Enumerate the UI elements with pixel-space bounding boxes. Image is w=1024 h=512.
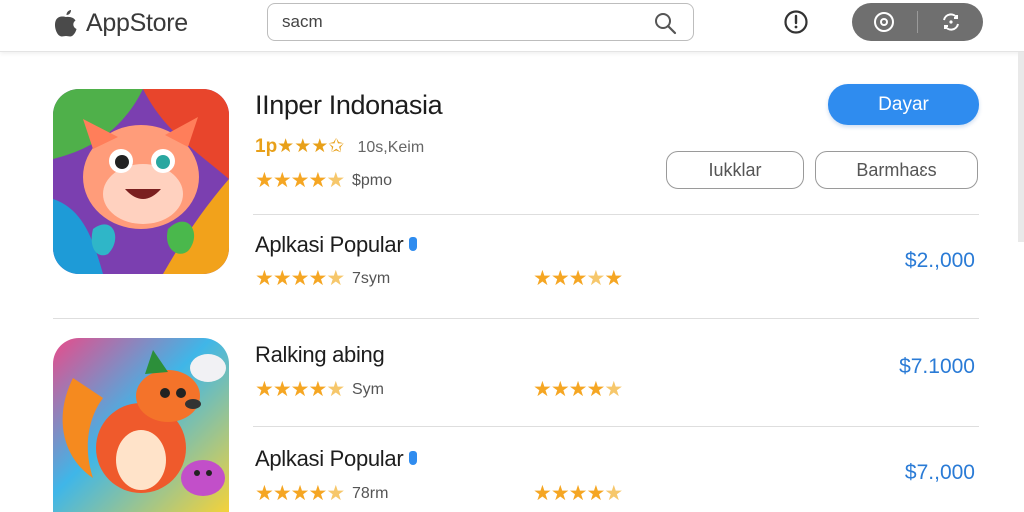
apple-logo-icon [54,10,77,37]
featured-rating-line: 1p★★★✩ 10s,Keim [255,135,424,158]
list-item-title[interactable]: Aplkasi Popular [255,446,418,472]
secondary-button-a[interactable]: Iukklar [666,151,804,189]
list-item-stars: ★★★★★ [255,482,345,505]
top-bar: AppStore [0,0,1024,52]
divider [253,214,979,215]
list-item-price[interactable]: $7.,000 [855,461,975,485]
brand-name: AppStore [86,8,188,37]
featured-rating-count: 10s,Keim [357,139,425,156]
featured-app-title[interactable]: IInper Indonasia [255,90,443,121]
list-item-count: 7sym [352,270,391,287]
divider [253,426,979,427]
list-item-stars-secondary: ★★★★★ [533,267,623,290]
account-pill [852,3,983,41]
app-logo[interactable]: AppStore [52,8,188,38]
list-item-stars-secondary: ★★★★★ [533,482,623,505]
search-icon[interactable] [653,11,677,35]
info-icon[interactable] [783,9,809,35]
list-item-price[interactable]: $2.,000 [855,249,975,273]
get-button[interactable]: Dayar [828,84,979,125]
record-icon[interactable] [872,10,896,34]
list-item-title[interactable]: Aplkasi Popular [255,232,418,258]
featured-app-icon[interactable] [53,89,229,274]
list-item-stars-secondary: ★★★★★ [533,378,623,401]
list-item-stars: ★★★★★ [255,378,345,401]
list-item-stars: ★★★★★ [255,267,345,290]
verified-icon [409,237,418,251]
list-item-title[interactable]: Ralking abing [255,342,385,368]
divider [53,318,979,319]
featured-stars-count: $pmo [352,172,393,189]
featured-rating-text: 1p★★★✩ [255,136,345,157]
featured-stars: ★★★★★ [255,169,345,192]
camera-switch-icon[interactable] [939,10,963,34]
scrollbar[interactable] [1018,52,1024,242]
search-bar[interactable] [267,3,694,41]
secondary-button-b[interactable]: Barmhaɛs [815,151,978,189]
list-item-count: 78rm [352,485,389,502]
pill-divider [916,11,918,33]
verified-icon [409,451,418,465]
app-icon-fox[interactable] [53,338,229,512]
list-item-price[interactable]: $7.1000 [855,355,975,379]
search-input[interactable] [282,12,632,32]
list-item-count: Sym [352,381,384,398]
